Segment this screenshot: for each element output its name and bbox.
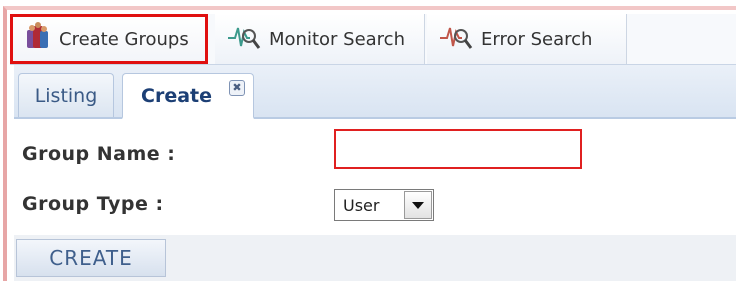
tab-error-search[interactable]: Error Search (427, 14, 627, 64)
tab-listing-label: Listing (34, 84, 98, 107)
tab-create-label: Create (141, 84, 212, 107)
tab-error-search-label: Error Search (481, 28, 593, 50)
error-search-icon (439, 22, 473, 57)
dropdown-arrow-icon[interactable] (404, 191, 432, 219)
tab-create-groups[interactable]: Create Groups (10, 14, 208, 64)
tab-monitor-search-label: Monitor Search (269, 28, 405, 50)
tab-monitor-search[interactable]: Monitor Search (215, 14, 425, 64)
close-tab-icon[interactable]: ✖ (229, 80, 245, 96)
groups-icon (23, 21, 51, 57)
subtab-bar: Listing Create ✖ (14, 65, 736, 119)
group-type-label: Group Type : (22, 193, 164, 215)
group-type-select[interactable]: User (334, 189, 434, 221)
group-name-input[interactable] (334, 129, 582, 169)
create-button[interactable]: CREATE (16, 239, 166, 277)
tab-create[interactable]: Create ✖ (122, 73, 254, 119)
action-bar: CREATE (14, 235, 736, 281)
group-name-label: Group Name : (22, 143, 176, 165)
monitor-search-icon (227, 22, 261, 57)
create-group-form: Group Name : Group Type : User (14, 119, 736, 235)
tab-create-groups-label: Create Groups (59, 28, 189, 50)
tool-tabs: Create Groups Monitor Search Error Searc… (10, 14, 736, 65)
tab-listing[interactable]: Listing (18, 73, 114, 117)
group-type-value: User (343, 195, 380, 215)
